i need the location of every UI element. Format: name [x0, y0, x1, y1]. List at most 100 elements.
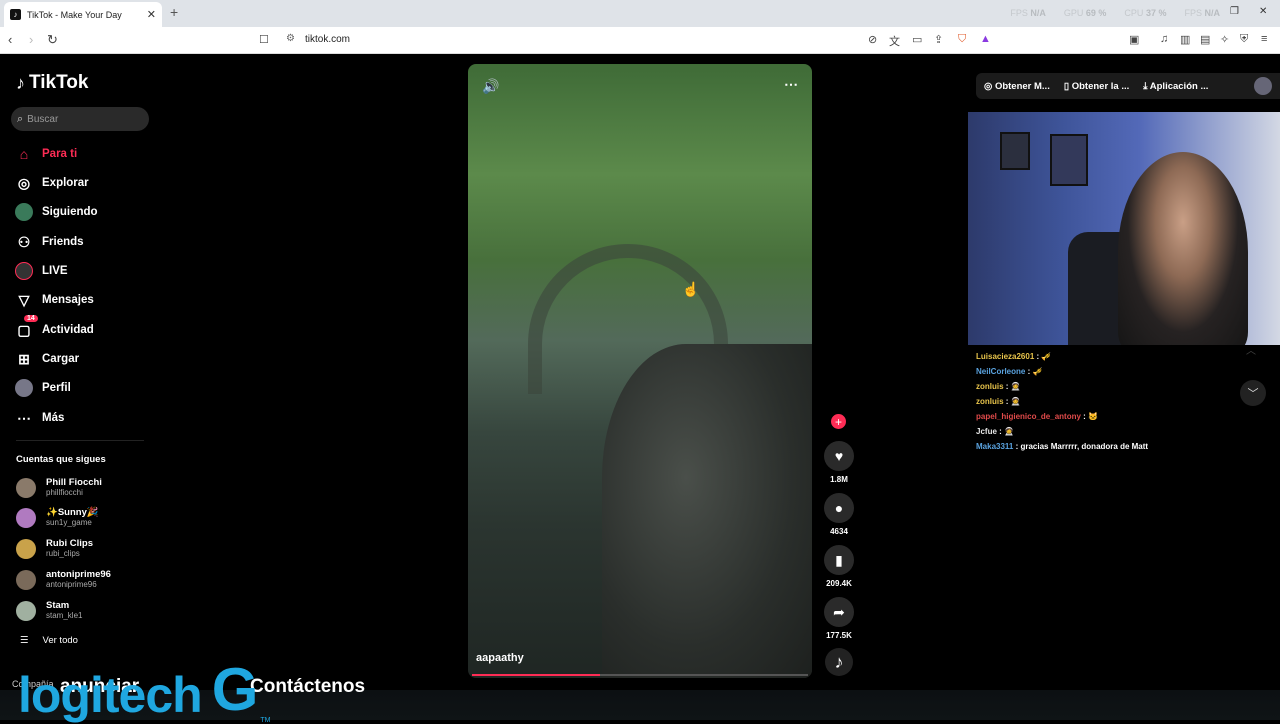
live-icon — [14, 261, 34, 281]
top-right-bar: ◎ Obtener M... ▯ Obtener la ... ⤓ Aplica… — [976, 73, 1280, 99]
nav-live[interactable]: LIVE — [14, 261, 68, 281]
tab-close-icon[interactable]: ✕ — [147, 8, 156, 21]
comment-count: 4634 — [830, 527, 848, 536]
perf-fps-2: FPS N/A — [1184, 8, 1220, 18]
reload-icon[interactable]: ↻ — [47, 32, 58, 48]
tiktok-favicon-icon: ♪ — [10, 9, 21, 20]
video-player[interactable]: 🔊 ⋯ aapaathy — [468, 64, 812, 678]
download-app-button[interactable]: ⤓ Aplicación ... — [1143, 81, 1208, 92]
chat-message: Jcfue : 🧑‍🚀 — [976, 427, 1014, 436]
new-tab-button[interactable]: + — [170, 4, 178, 20]
follow-button[interactable]: + — [831, 414, 846, 429]
back-icon[interactable]: ‹ — [8, 32, 12, 47]
save-action[interactable]: ▮ 209.4K — [822, 545, 856, 588]
following-avatar-icon — [14, 202, 34, 222]
wallet-icon[interactable]: ▤ — [1200, 33, 1210, 46]
nav-mensajes[interactable]: ▽ Mensajes — [14, 290, 94, 310]
browser-address-bar: ‹ › ↻ ☐ ⚙ tiktok.com ⊘ 文 ▭ ⇪ ⛉ ▲ ▣ ♫ ▥ ▤… — [0, 27, 1280, 54]
music-icon[interactable]: ♫ — [1160, 33, 1168, 45]
chevron-down-icon: ﹀ — [1247, 388, 1259, 400]
activity-icon: ▢ 14 — [14, 315, 38, 340]
list-icon: ☰ — [20, 635, 29, 646]
see-all-link[interactable]: ☰ Ver todo — [20, 635, 78, 646]
comment-action[interactable]: ● 4634 — [822, 493, 856, 536]
compass-icon: ◎ — [17, 174, 31, 191]
following-account[interactable]: antoniprime96 antoniprime96 — [16, 569, 111, 590]
get-app-button[interactable]: ▯ Obtener la ... — [1064, 81, 1129, 92]
translate-icon[interactable]: 文 — [889, 33, 900, 49]
wall-poster — [1050, 134, 1088, 186]
sidebar-divider — [16, 440, 144, 441]
nav-para-ti[interactable]: ⌂ Para ti — [14, 144, 77, 164]
video-rock-shape — [602, 344, 812, 678]
more-icon: ⋯ — [17, 409, 31, 426]
nav-mas[interactable]: ⋯ Más — [14, 408, 64, 428]
bookmark-icon[interactable]: ☐ — [259, 33, 269, 46]
sound-disc-icon[interactable]: ♪ — [825, 648, 853, 676]
forward-icon[interactable]: › — [29, 32, 33, 47]
chat-message: zonluis : 🧑‍🚀 — [976, 397, 1021, 406]
nav-explorar[interactable]: ◎ Explorar — [14, 173, 89, 193]
brave-rewards-icon[interactable]: ▲ — [980, 33, 991, 45]
site-info-icon[interactable]: ⚙ — [286, 33, 295, 44]
following-account[interactable]: Stam stam_kle1 — [16, 600, 82, 621]
like-count: 1.8M — [830, 475, 848, 484]
video-progress[interactable] — [472, 674, 808, 676]
perf-overlay: FPS N/A GPU 69 % CPU 37 % FPS N/A — [1010, 8, 1220, 18]
scroll-up-icon[interactable]: ︿ — [1246, 342, 1256, 357]
following-account[interactable]: Rubi Clips rubi_clips — [16, 538, 93, 559]
stream-chat: Luisacieza2601 : 🎺 NeilCorleone : 🎺 zonl… — [976, 349, 1148, 454]
profile-icon — [14, 378, 34, 398]
menu-icon[interactable]: ≡ — [1261, 33, 1267, 45]
window-restore-icon[interactable]: ❐ — [1230, 6, 1239, 17]
tiktok-logo[interactable]: ♪ TikTok — [16, 72, 88, 94]
search-icon: ⌕ — [17, 112, 24, 125]
friends-icon: ⚇ — [17, 233, 31, 250]
scroll-down-button[interactable]: ﹀ — [1240, 380, 1266, 406]
video-author[interactable]: aapaathy — [476, 652, 524, 664]
window-close-icon[interactable]: ✕ — [1259, 6, 1267, 17]
logitech-g-logo: logitech G TM — [18, 656, 271, 724]
avatar — [16, 538, 36, 559]
search-input[interactable]: ⌕ Buscar — [11, 107, 149, 131]
share-icon[interactable]: ⇪ — [934, 33, 943, 46]
webcam-overlay — [968, 112, 1280, 345]
messages-icon: ▽ — [18, 291, 30, 308]
reading-list-icon[interactable]: ▥ — [1180, 33, 1190, 46]
following-title: Cuentas que sigues — [16, 454, 106, 465]
search-placeholder: Buscar — [27, 113, 59, 125]
url-field[interactable]: tiktok.com — [305, 34, 350, 45]
vpn-icon[interactable]: ⛨ — [1240, 33, 1248, 46]
video-more-icon[interactable]: ⋯ — [784, 76, 798, 93]
nav-cargar[interactable]: ⊞ Cargar — [14, 349, 79, 369]
avatar — [16, 600, 36, 621]
ai-icon[interactable]: ✧ — [1220, 33, 1229, 46]
share-action[interactable]: ➦ 177.5K — [822, 597, 856, 640]
home-icon: ⌂ — [19, 146, 29, 162]
nav-perfil[interactable]: Perfil — [14, 378, 71, 398]
user-avatar[interactable] — [1254, 77, 1272, 95]
get-coins-button[interactable]: ◎ Obtener M... — [984, 81, 1050, 92]
nav-siguiendo[interactable]: Siguiendo — [14, 202, 98, 222]
sidebar-toggle-icon[interactable]: ▣ — [1129, 33, 1139, 46]
upload-icon: ⊞ — [18, 350, 30, 367]
nav-friends[interactable]: ⚇ Friends — [14, 232, 84, 252]
chat-message: papel_higienico_de_antony : 🐱 — [976, 412, 1098, 421]
browser-tab[interactable]: ♪ TikTok - Make Your Day ✕ — [4, 2, 162, 27]
cast-icon[interactable]: ▭ — [912, 33, 922, 46]
following-account[interactable]: ✨Sunny🎉 sun1y_game — [16, 507, 99, 528]
no-tracking-icon[interactable]: ⊘ — [868, 33, 877, 46]
like-action[interactable]: ♥ 1.8M — [822, 441, 856, 484]
volume-icon[interactable]: 🔊 — [482, 78, 499, 95]
following-account[interactable]: Phill Fiocchi phillfiocchi — [16, 477, 102, 498]
brave-shield-icon[interactable]: ⛉ — [958, 33, 966, 46]
video-progress-fill — [472, 674, 600, 676]
nav-actividad[interactable]: ▢ 14 Actividad — [14, 315, 94, 340]
chat-message: zonluis : 🧑‍🚀 — [976, 382, 1021, 391]
share-arrow-icon: ➦ — [824, 597, 854, 627]
tiktok-note-icon: ♪ — [16, 72, 25, 93]
avatar — [16, 477, 36, 498]
chat-message: Maka3311 : gracias Marrrrr, donadora de … — [976, 442, 1149, 451]
avatar — [16, 569, 36, 590]
heart-icon: ♥ — [824, 441, 854, 471]
